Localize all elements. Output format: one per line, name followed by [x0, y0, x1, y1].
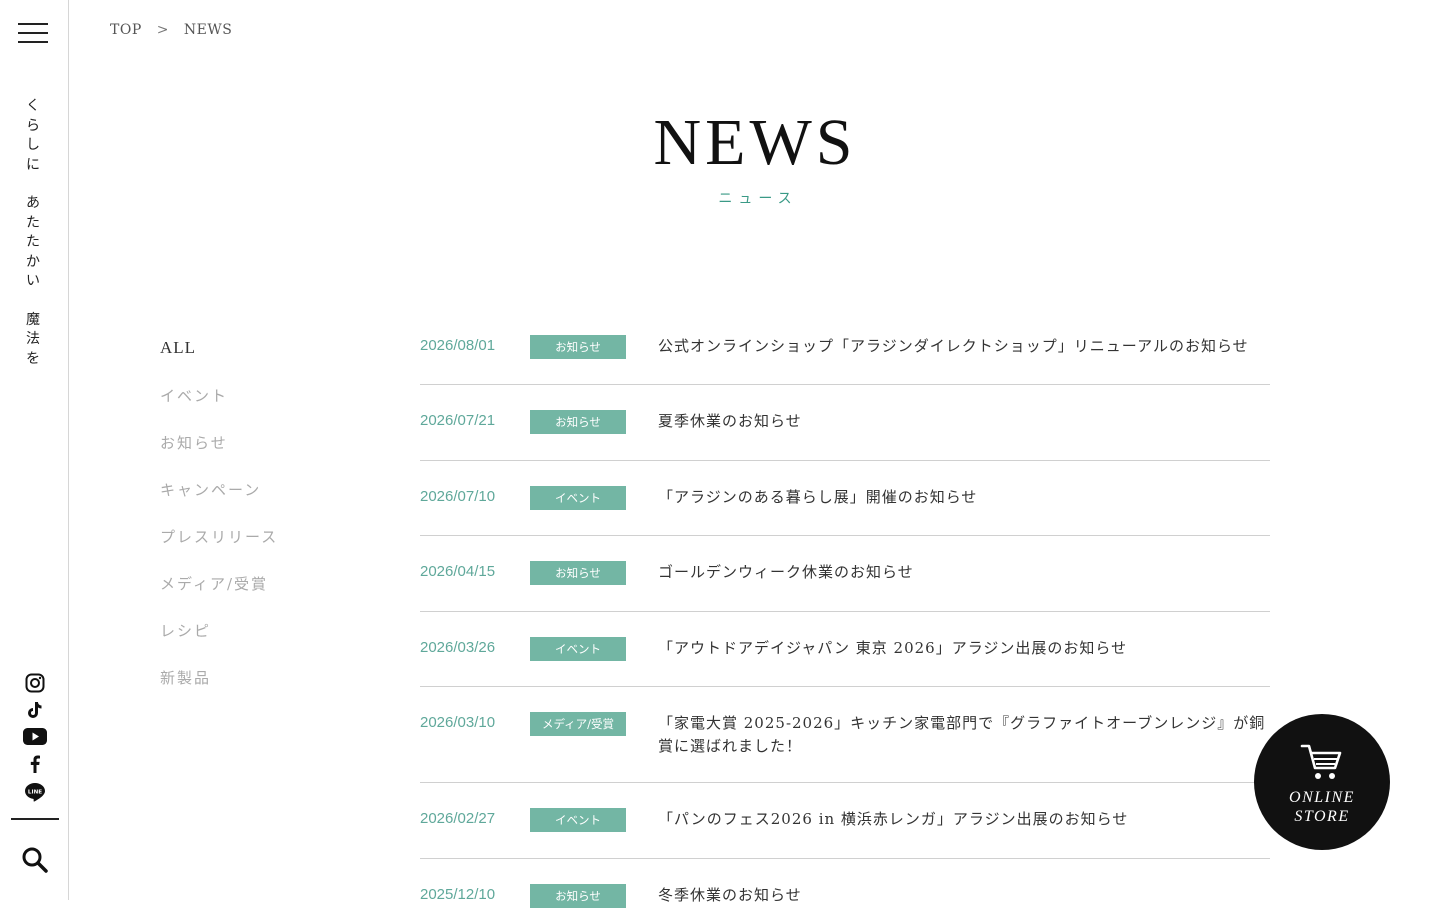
category-filter: ALL イベント お知らせ キャンペーン プレスリリース メディア/受賞 レシピ…	[160, 338, 360, 714]
news-date: 2025/12/10	[420, 886, 496, 903]
cart-icon	[1300, 744, 1342, 779]
news-title[interactable]: ゴールデンウィーク休業のお知らせ	[658, 561, 1270, 584]
news-title[interactable]: 夏季休業のお知らせ	[658, 410, 1270, 433]
news-tag: お知らせ	[530, 410, 626, 434]
facebook-icon[interactable]	[0, 755, 69, 773]
online-store-label: ONLINE STORE	[1289, 789, 1355, 825]
line-icon[interactable]: LINE	[0, 782, 69, 802]
news-item[interactable]: 2026/04/15 お知らせ ゴールデンウィーク休業のお知らせ	[420, 536, 1270, 612]
instagram-icon[interactable]	[0, 673, 69, 693]
news-title[interactable]: 「アラジンのある暮らし展」開催のお知らせ	[658, 486, 1270, 509]
tagline-line: あたたかい	[26, 195, 40, 289]
news-date: 2026/08/01	[420, 337, 496, 354]
news-item[interactable]: 2026/07/21 お知らせ 夏季休業のお知らせ	[420, 385, 1270, 461]
search-icon[interactable]	[21, 846, 49, 874]
news-title[interactable]: 「パンのフェス2026 in 横浜赤レンガ」アラジン出展のお知らせ	[658, 808, 1270, 831]
news-item[interactable]: 2026/07/10 イベント 「アラジンのある暮らし展」開催のお知らせ	[420, 461, 1270, 536]
category-media-award[interactable]: メディア/受賞	[160, 573, 360, 620]
news-tag: お知らせ	[530, 884, 626, 908]
category-campaign[interactable]: キャンペーン	[160, 479, 360, 526]
news-tag: お知らせ	[530, 561, 626, 585]
news-tag: イベント	[530, 808, 626, 832]
news-title[interactable]: 「アウトドアデイジャパン 東京 2026」アラジン出展のお知らせ	[658, 637, 1270, 660]
online-store-button[interactable]: ONLINE STORE	[1254, 714, 1390, 850]
category-notice[interactable]: お知らせ	[160, 432, 360, 479]
news-tag: お知らせ	[530, 335, 626, 359]
news-item[interactable]: 2026/02/27 イベント 「パンのフェス2026 in 横浜赤レンガ」アラ…	[420, 783, 1270, 859]
tiktok-icon[interactable]	[0, 701, 69, 719]
rail-divider	[11, 818, 59, 820]
page-subtitle: ニュース	[718, 191, 798, 207]
category-new-product[interactable]: 新製品	[160, 667, 360, 714]
breadcrumb: TOP > NEWS	[110, 22, 232, 38]
news-item[interactable]: 2026/08/01 お知らせ 公式オンラインショップ「アラジンダイレクトショッ…	[420, 320, 1270, 385]
page-title: NEWS	[653, 106, 857, 179]
category-press-release[interactable]: プレスリリース	[160, 526, 360, 573]
news-date: 2026/03/10	[420, 714, 496, 731]
breadcrumb-home-link[interactable]: TOP	[110, 22, 142, 38]
news-item[interactable]: 2026/03/10 メディア/受賞 「家電大賞 2025-2026」キッチン家…	[420, 687, 1270, 783]
category-all[interactable]: ALL	[160, 338, 360, 385]
news-date: 2026/02/27	[420, 810, 496, 827]
news-tag: イベント	[530, 486, 626, 510]
hamburger-menu-icon[interactable]	[18, 23, 48, 45]
news-title[interactable]: 「家電大賞 2025-2026」キッチン家電部門で『グラファイトオーブンレンジ』…	[658, 712, 1270, 758]
news-title[interactable]: 公式オンラインショップ「アラジンダイレクトショップ」リニューアルのお知らせ	[658, 335, 1270, 358]
news-tag: イベント	[530, 637, 626, 661]
news-date: 2026/07/21	[420, 412, 496, 429]
news-title[interactable]: 冬季休業のお知らせ	[658, 884, 1270, 907]
news-tag: メディア/受賞	[530, 712, 626, 736]
svg-text:LINE: LINE	[27, 790, 41, 796]
breadcrumb-current: NEWS	[183, 22, 233, 38]
news-date: 2026/03/26	[420, 639, 496, 656]
news-list: 2026/08/01 お知らせ 公式オンラインショップ「アラジンダイレクトショッ…	[420, 320, 1270, 919]
news-date: 2026/07/10	[420, 488, 496, 505]
tagline-line: 魔法を	[26, 311, 40, 367]
breadcrumb-separator: >	[156, 22, 169, 38]
news-date: 2026/04/15	[420, 563, 496, 580]
news-item[interactable]: 2026/03/26 イベント 「アウトドアデイジャパン 東京 2026」アラジ…	[420, 612, 1270, 687]
category-event[interactable]: イベント	[160, 385, 360, 432]
news-item[interactable]: 2025/12/10 お知らせ 冬季休業のお知らせ	[420, 859, 1270, 919]
youtube-icon[interactable]	[0, 728, 69, 745]
category-recipe[interactable]: レシピ	[160, 620, 360, 667]
